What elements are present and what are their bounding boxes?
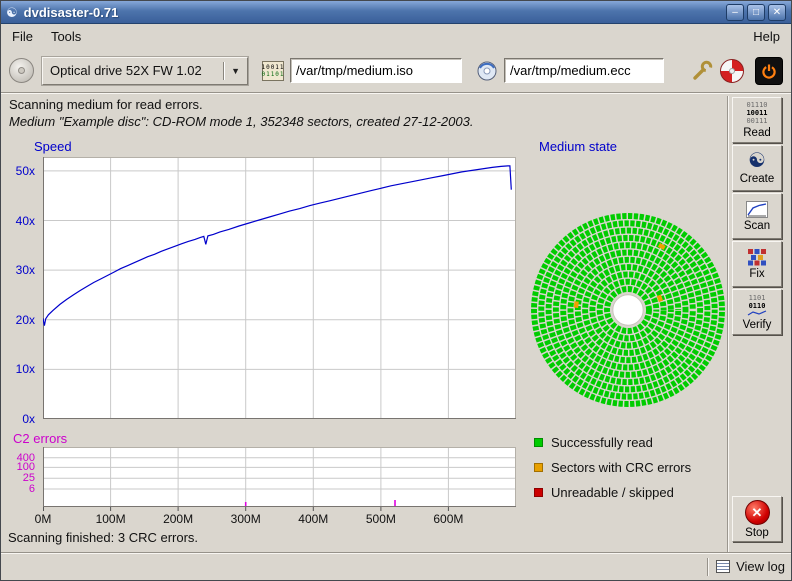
log-icon	[716, 560, 730, 573]
yinyang-icon: ☯	[748, 151, 766, 171]
verify-label: Verify	[743, 319, 772, 331]
legend-label: Sectors with CRC errors	[551, 460, 691, 475]
iso-binary-icon: 10011 01101	[262, 61, 284, 81]
legend-label: Successfully read	[551, 435, 653, 450]
statusbar: View log	[1, 552, 792, 580]
scan-label: Scan	[744, 220, 770, 232]
sidebar-separator	[727, 96, 729, 552]
combo-separator	[223, 62, 225, 80]
iso-file-icon: 10011 01101	[262, 61, 284, 81]
speed-y-tick: 50x	[16, 164, 35, 178]
power-icon	[760, 62, 778, 80]
create-label: Create	[740, 173, 775, 185]
verify-binary-icon: 1101 0110	[747, 294, 767, 317]
app-yinyang-icon: ☯	[6, 6, 18, 19]
fix-button[interactable]: Fix	[732, 241, 782, 287]
speed-chart	[43, 157, 516, 419]
c2-y-tick: 6	[29, 483, 35, 495]
drive-hub	[18, 67, 25, 74]
x-axis-tick: 200M	[163, 512, 193, 526]
create-button[interactable]: ☯ Create	[732, 145, 782, 191]
menu-file[interactable]: File	[3, 26, 42, 47]
titlebar[interactable]: ☯ dvdisaster-0.71 – □ ✕	[1, 1, 791, 24]
view-log-button[interactable]: View log	[716, 559, 785, 574]
medium-info: Medium "Example disc": CD-ROM mode 1, 35…	[9, 114, 473, 129]
preferences-button[interactable]	[687, 56, 717, 86]
quit-button[interactable]	[755, 57, 783, 85]
close-button[interactable]: ✕	[768, 4, 786, 21]
scan-button[interactable]: Scan	[732, 193, 782, 239]
ecc-disc-icon	[476, 60, 498, 82]
unreadable-swatch	[534, 488, 543, 497]
x-axis-tick: 500M	[366, 512, 396, 526]
scan-result-message: Scanning finished: 3 CRC errors.	[8, 530, 198, 545]
crc-swatch	[534, 463, 543, 472]
menu-help[interactable]: Help	[744, 26, 789, 47]
drive-selector-value: Optical drive 52X FW 1.02	[50, 63, 219, 78]
x-axis-tick: 100M	[96, 512, 126, 526]
x-axis-tick: 0M	[35, 512, 52, 526]
stop-button[interactable]: ✕ Stop	[732, 496, 782, 542]
fix-icon	[747, 248, 767, 266]
ecc-path-input[interactable]	[504, 58, 664, 83]
stop-label: Stop	[745, 527, 769, 539]
speed-y-tick: 10x	[16, 362, 35, 376]
c2-y-axis: 400100256	[1, 447, 39, 507]
speed-chart-title: Speed	[34, 139, 72, 154]
c2-errors-chart	[43, 447, 516, 513]
manage-images-button[interactable]	[717, 56, 747, 86]
speed-y-axis: 50x40x30x20x10x0x	[1, 157, 39, 419]
speed-plot-svg	[43, 157, 516, 419]
medium-state-legend: Successfully read Sectors with CRC error…	[534, 430, 691, 505]
view-log-label: View log	[736, 559, 785, 574]
app-window: ☯ dvdisaster-0.71 – □ ✕ File Tools Help …	[0, 0, 792, 581]
optical-drive-icon	[9, 58, 34, 83]
speed-y-tick: 0x	[22, 412, 35, 426]
speed-y-tick: 30x	[16, 263, 35, 277]
read-binary-icon: 01110 10011 00111	[746, 101, 767, 125]
maximize-button[interactable]: □	[747, 4, 765, 21]
medium-state-disc	[528, 210, 728, 410]
lifesaver-disc-icon	[720, 59, 744, 83]
verify-curve-icon	[747, 310, 767, 317]
x-axis-tick: 600M	[433, 512, 463, 526]
main-area: Scanning medium for read errors. Medium …	[1, 93, 792, 554]
c2-errors-title: C2 errors	[13, 431, 67, 446]
read-label: Read	[743, 127, 771, 139]
speed-y-tick: 20x	[16, 313, 35, 327]
read-button[interactable]: 01110 10011 00111 Read	[732, 97, 782, 143]
x-axis-labels: 0M100M200M300M400M500M600M	[43, 512, 516, 528]
window-title: dvdisaster-0.71	[24, 5, 723, 20]
legend-item-unreadable: Unreadable / skipped	[534, 480, 691, 505]
x-axis-tick: 400M	[298, 512, 328, 526]
legend-item-ok: Successfully read	[534, 430, 691, 455]
medium-state-title: Medium state	[539, 139, 617, 154]
statusbar-separator	[707, 558, 709, 576]
disc-hole	[729, 68, 735, 74]
c2-plot-svg	[43, 447, 516, 513]
x-axis-tick: 300M	[231, 512, 261, 526]
iso-path-input[interactable]	[290, 58, 462, 83]
verify-button[interactable]: 1101 0110 Verify	[732, 289, 782, 335]
chevron-down-icon: ▼	[231, 66, 240, 76]
legend-item-crc: Sectors with CRC errors	[534, 455, 691, 480]
stop-icon: ✕	[745, 500, 770, 525]
menu-tools[interactable]: Tools	[42, 26, 90, 47]
speed-y-tick: 40x	[16, 214, 35, 228]
ecc-file-icon	[476, 60, 498, 82]
scan-chart-icon	[746, 201, 768, 218]
action-sidebar: 01110 10011 00111 Read ☯ Create Scan	[732, 94, 784, 554]
drive-selector[interactable]: Optical drive 52X FW 1.02 ▼	[42, 57, 248, 85]
legend-label: Unreadable / skipped	[551, 485, 674, 500]
menubar: File Tools Help	[1, 24, 791, 49]
ok-swatch	[534, 438, 543, 447]
minimize-button[interactable]: –	[726, 4, 744, 21]
toolbar: Optical drive 52X FW 1.02 ▼ 10011 01101	[1, 49, 791, 93]
fix-label: Fix	[749, 268, 764, 280]
status-message: Scanning medium for read errors.	[9, 97, 203, 112]
wrench-icon	[690, 59, 714, 83]
